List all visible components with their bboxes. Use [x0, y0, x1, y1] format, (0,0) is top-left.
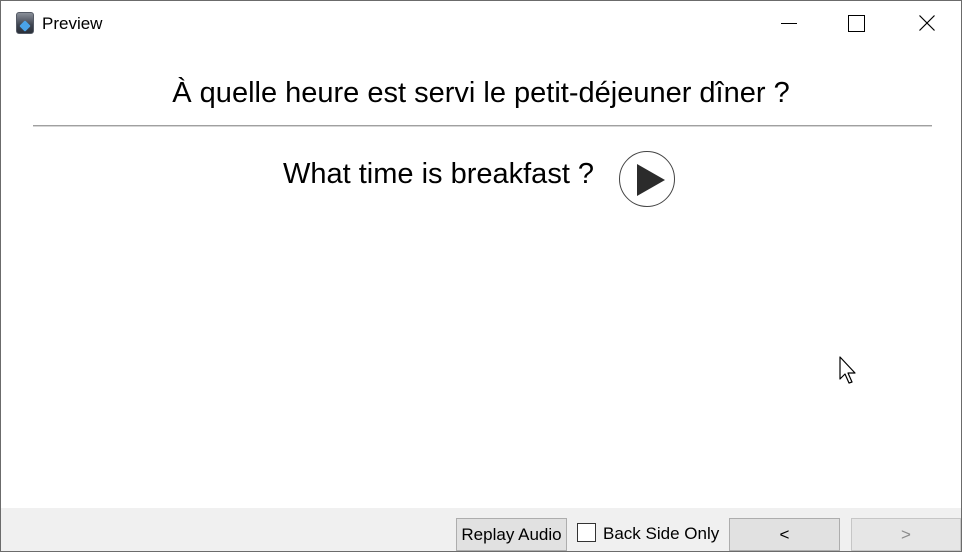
bottom-toolbar: Replay Audio Back Side Only < >	[1, 508, 961, 551]
close-button[interactable]	[891, 1, 961, 46]
play-icon	[637, 164, 665, 196]
window-title: Preview	[42, 14, 103, 33]
app-icon	[16, 12, 34, 34]
card-front-text: À quelle heure est servi le petit-déjeun…	[172, 77, 790, 109]
card-divider	[33, 125, 932, 127]
mouse-cursor-icon	[839, 356, 856, 384]
close-icon	[919, 15, 935, 31]
minimize-button[interactable]	[753, 1, 823, 46]
back-side-only-checkbox[interactable]	[577, 523, 596, 542]
replay-audio-button[interactable]: Replay Audio	[456, 518, 567, 551]
preview-window: Preview À quelle heure est servi le peti…	[0, 0, 962, 552]
maximize-button[interactable]	[821, 1, 891, 46]
card-back-text: What time is breakfast ?	[283, 158, 595, 190]
previous-card-button[interactable]: <	[729, 518, 840, 551]
next-card-button[interactable]: >	[851, 518, 961, 551]
back-side-only-label[interactable]: Back Side Only	[603, 524, 719, 544]
play-audio-button[interactable]	[619, 151, 675, 207]
title-bar[interactable]: Preview	[1, 1, 961, 46]
